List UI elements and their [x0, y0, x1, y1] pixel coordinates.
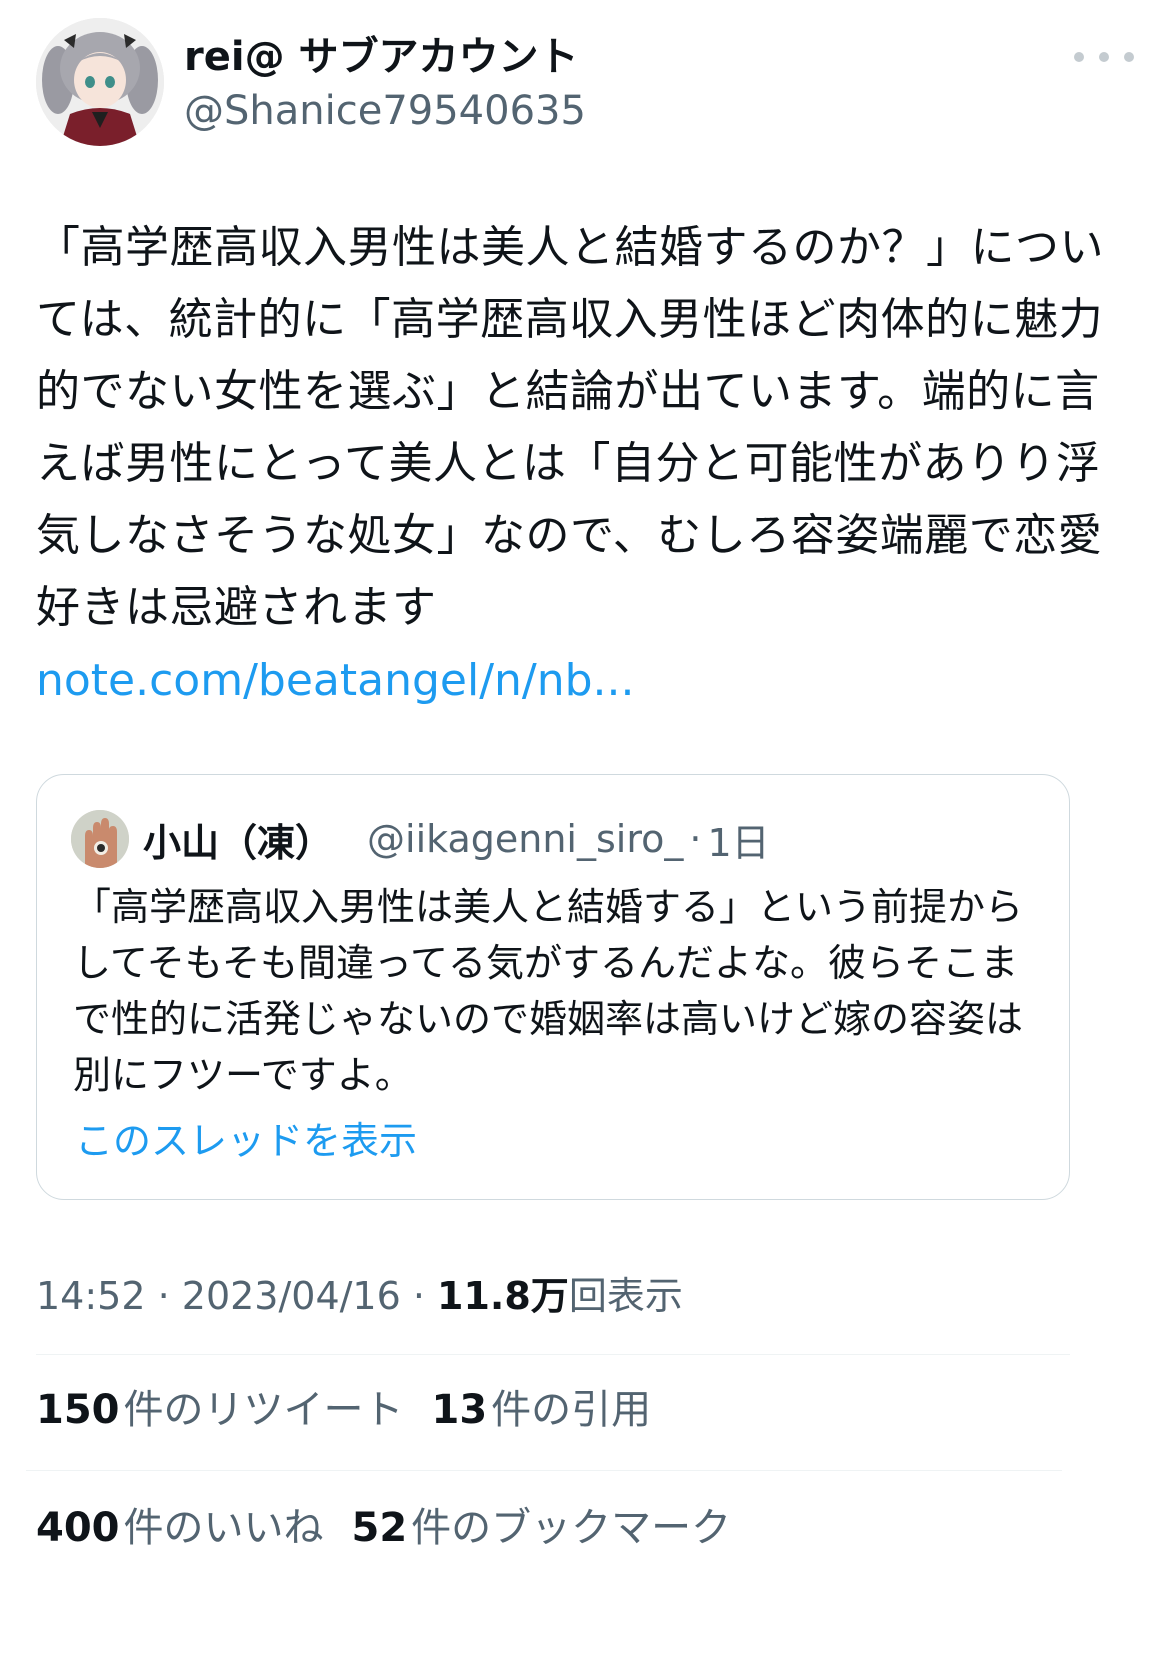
- quotes-count: 13: [431, 1387, 488, 1433]
- hand-eye-avatar-icon: [71, 810, 129, 868]
- author-avatar[interactable]: [36, 18, 164, 146]
- likes-stat[interactable]: 400 件のいいね: [36, 1500, 324, 1556]
- tweet-text: 「高学歴高収入男性は美人と結婚するのか？」については、統計的に「高学歴高収入男性…: [36, 222, 1104, 633]
- divider: [36, 1354, 1070, 1355]
- quoted-tweet-text: 「高学歴高収入男性は美人と結婚する」という前提からしてそもそも間違ってる気がする…: [73, 885, 1024, 1097]
- quotes-stat[interactable]: 13 件の引用: [432, 1382, 652, 1438]
- more-dot-icon: [1074, 52, 1084, 62]
- quoted-tweet[interactable]: 小山（凍） @iikagenni_siro_ · 1日 「高学歴高収入男性は美人…: [36, 774, 1070, 1200]
- more-dot-icon: [1124, 52, 1134, 62]
- tweet-detail: rei@ サブアカウント @Shanice79540635 「高学歴高収入男性は…: [0, 0, 1170, 1659]
- more-options-button[interactable]: [1074, 42, 1134, 72]
- quoted-tweet-header: 小山（凍） @iikagenni_siro_ · 1日: [71, 809, 770, 869]
- more-dot-icon: [1099, 52, 1109, 62]
- tweet-date[interactable]: 2023/04/16: [182, 1274, 401, 1318]
- views-label: 回表示: [568, 1274, 683, 1318]
- meta-separator: ·: [400, 1274, 438, 1318]
- author-info: rei@ サブアカウント @Shanice79540635: [184, 32, 586, 138]
- bookmarks-count: 52: [351, 1505, 408, 1551]
- tweet-meta: 14:52 · 2023/04/16 · 11.8万回表示: [36, 1268, 683, 1324]
- tweet-time[interactable]: 14:52: [36, 1274, 146, 1318]
- engagement-stats-row-1: 150 件のリツイート 13 件の引用: [36, 1382, 679, 1438]
- likes-label: 件のいいね: [123, 1505, 324, 1551]
- quoted-separator: ·: [689, 817, 702, 861]
- author-handle[interactable]: @Shanice79540635: [184, 84, 586, 138]
- retweets-count: 150: [36, 1387, 120, 1433]
- quoted-author-name: 小山（凍）: [143, 820, 334, 865]
- quoted-author-avatar: [71, 810, 129, 868]
- author-name[interactable]: rei@ サブアカウント: [184, 32, 586, 82]
- views-count: 11.8万: [437, 1274, 569, 1318]
- retweets-label: 件のリツイート: [123, 1387, 404, 1433]
- likes-count: 400: [36, 1505, 120, 1551]
- retweets-stat[interactable]: 150 件のリツイート: [36, 1382, 404, 1438]
- show-thread-link[interactable]: このスレッドを表示: [75, 1113, 417, 1169]
- bookmarks-label: 件のブックマーク: [411, 1505, 732, 1551]
- tweet-external-link[interactable]: note.com/beatangel/n/nb...: [36, 645, 635, 717]
- bookmarks-stat[interactable]: 52 件のブックマーク: [352, 1500, 732, 1556]
- divider: [26, 1470, 1062, 1471]
- author-avatar-image: [36, 18, 164, 146]
- engagement-stats-row-2: 400 件のいいね 52 件のブックマーク: [36, 1500, 759, 1556]
- quotes-label: 件の引用: [491, 1387, 652, 1433]
- meta-separator: ·: [145, 1274, 182, 1318]
- quoted-time: 1日: [707, 820, 770, 865]
- tweet-header: rei@ サブアカウント @Shanice79540635: [36, 18, 1134, 148]
- quoted-author-handle: @iikagenni_siro_: [367, 817, 684, 861]
